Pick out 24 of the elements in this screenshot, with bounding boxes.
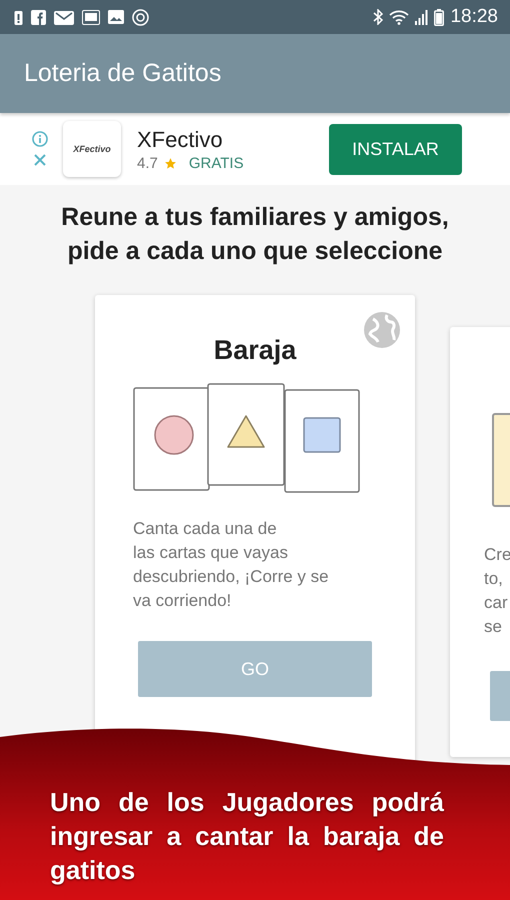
tv-notification-icon bbox=[82, 10, 100, 24]
close-icon[interactable] bbox=[33, 153, 47, 167]
instruction-heading: Reune a tus familiares y amigos, pide a cada uno que seleccione bbox=[60, 202, 450, 267]
app-price: GRATIS bbox=[188, 154, 244, 172]
facebook-notification-icon bbox=[31, 10, 46, 24]
mail-notification-icon bbox=[54, 10, 74, 24]
globe-icon[interactable] bbox=[363, 311, 401, 349]
battery-icon bbox=[434, 8, 444, 26]
install-button[interactable]: INSTALAR bbox=[329, 124, 462, 174]
status-time: 18:28 bbox=[450, 6, 498, 28]
app-rating: 4.7 bbox=[137, 154, 158, 172]
image-notification-icon bbox=[108, 10, 124, 24]
card-title: Baraja bbox=[212, 335, 298, 367]
bluetooth-icon bbox=[373, 9, 384, 25]
banner-text: Uno de los Jugadores podrá ingresar a cantar la baraja de gatitos bbox=[50, 786, 444, 887]
app-logo: XFectivo bbox=[63, 121, 121, 177]
app-title: Loteria de Gatitos bbox=[24, 59, 222, 88]
ad-app-name: XFectivo bbox=[137, 126, 224, 152]
star-icon bbox=[164, 156, 177, 170]
info-icon[interactable] bbox=[32, 131, 48, 147]
signal-icon bbox=[415, 10, 428, 24]
alert-notification-icon bbox=[14, 10, 23, 24]
card-description: Canta cada una de las cartas que vayas descubriendo, ¡Corre y se va corriendo! bbox=[133, 518, 330, 612]
wifi-icon bbox=[389, 10, 410, 24]
